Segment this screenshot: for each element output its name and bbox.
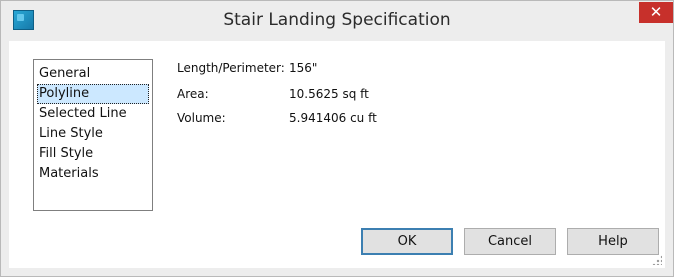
area-value: 10.5625 sq ft (289, 87, 369, 101)
dialog-content: General Polyline Selected Line Line Styl… (9, 41, 665, 268)
length-perimeter-label: Length/Perimeter: (177, 61, 285, 75)
volume-label: Volume: (177, 111, 226, 125)
nav-item-selected-line[interactable]: Selected Line (37, 104, 149, 124)
resize-grip-icon[interactable] (652, 255, 662, 265)
nav-item-materials[interactable]: Materials (37, 164, 149, 184)
title-bar[interactable]: Stair Landing Specification ✕ (1, 1, 673, 35)
category-list[interactable]: General Polyline Selected Line Line Styl… (33, 59, 153, 211)
nav-item-fill-style[interactable]: Fill Style (37, 144, 149, 164)
cancel-button[interactable]: Cancel (464, 228, 556, 255)
area-label: Area: (177, 87, 209, 101)
close-icon: ✕ (649, 3, 663, 21)
close-button[interactable]: ✕ (639, 2, 673, 23)
window-title: Stair Landing Specification (223, 10, 451, 30)
volume-value: 5.941406 cu ft (289, 111, 377, 125)
help-button[interactable]: Help (567, 228, 659, 255)
nav-item-polyline[interactable]: Polyline (37, 84, 149, 104)
ok-button[interactable]: OK (361, 228, 453, 255)
length-perimeter-value: 156" (289, 61, 318, 75)
nav-item-line-style[interactable]: Line Style (37, 124, 149, 144)
dialog-window: Stair Landing Specification ✕ General Po… (0, 0, 674, 277)
nav-item-general[interactable]: General (37, 64, 149, 84)
